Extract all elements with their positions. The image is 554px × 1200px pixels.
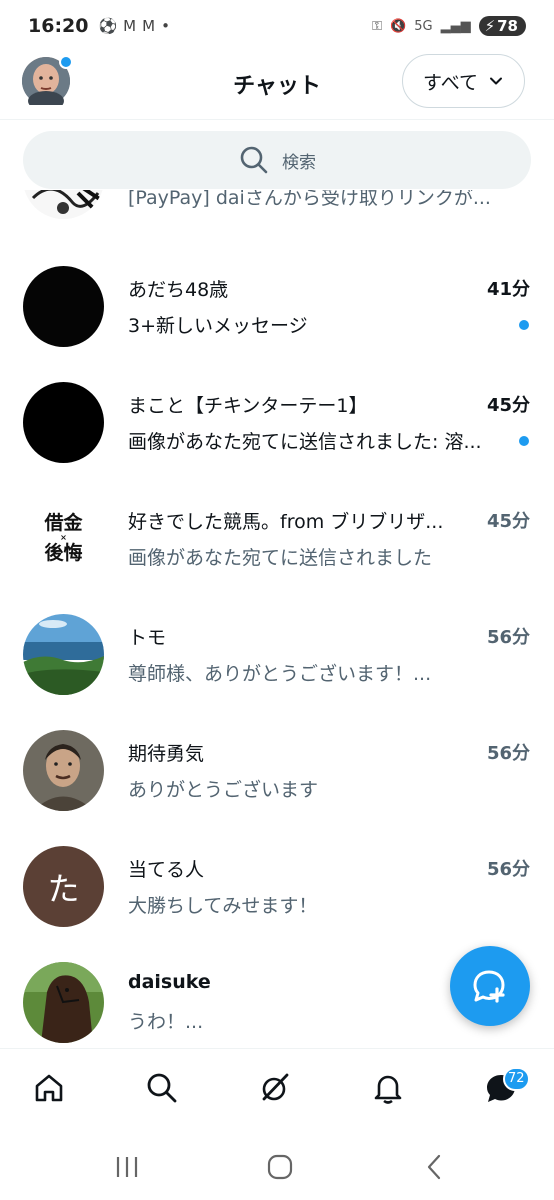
chat-avatar-letter: た (23, 846, 104, 927)
chat-list[interactable]: [PayPay] daiさんから受け取りリンクが... あだち48歳 41分 3… (0, 190, 554, 1048)
chat-row[interactable]: た 当てる人 56分 大勝ちしてみせます！ (0, 828, 554, 944)
avatar-logo-bottom: 後悔 (44, 541, 83, 564)
bottom-navigation (0, 1048, 554, 1130)
avatar-letter: た (47, 869, 80, 908)
home-system-button[interactable] (265, 1152, 295, 1182)
unread-indicator (519, 320, 529, 330)
nav-explore[interactable] (145, 1071, 183, 1109)
chat-avatar (23, 382, 104, 463)
back-icon (427, 1154, 441, 1180)
charging-icon: ⚡ (484, 17, 496, 35)
home-circle-icon (267, 1154, 293, 1180)
chat-avatar-manga (23, 190, 104, 219)
chat-preview: 画像があなた宛てに送信されました (128, 547, 433, 569)
chat-avatar-text-logo: 借金 × 後悔 (23, 498, 104, 579)
chat-time: 41分 (486, 279, 530, 300)
search-icon (147, 1073, 177, 1103)
chat-time: 45分 (486, 511, 530, 532)
home-icon (35, 1074, 63, 1102)
status-time: 16:20 (28, 15, 89, 37)
chat-row[interactable]: あだち48歳 41分 3+新しいメッセージ (0, 248, 554, 364)
status-bar: 16:20 ⚽ M M • ⚿ 🔇 5G ▂▄▆ ⚡ 78 (0, 0, 554, 52)
search-icon (240, 146, 268, 174)
nav-home[interactable] (32, 1071, 70, 1109)
chat-time: 45分 (486, 395, 530, 416)
grok-icon (262, 1073, 289, 1101)
recent-apps-button[interactable] (112, 1152, 142, 1182)
search-placeholder: 検索 (282, 152, 316, 173)
key-icon: ⚿ (372, 18, 383, 34)
chat-preview: 大勝ちしてみせます！ (128, 895, 318, 917)
mute-icon: 🔇 (390, 18, 407, 34)
chat-name: 当てる人 (128, 859, 205, 881)
back-button[interactable] (420, 1152, 450, 1182)
chat-preview: うわ！... (128, 1011, 204, 1033)
chat-avatar-photo (23, 614, 104, 695)
horse-photo-icon (23, 962, 104, 1043)
chat-name: 好きでした競馬。from ブリブリザ... (128, 511, 444, 533)
battery-level: 78 (497, 17, 518, 35)
bell-icon (374, 1075, 402, 1104)
seaside-photo-icon (23, 614, 104, 695)
new-message-button[interactable] (450, 946, 530, 1026)
new-chat-icon (473, 970, 505, 1003)
chat-preview: ありがとうございます (128, 779, 319, 801)
nav-grok[interactable] (258, 1071, 296, 1109)
nav-notifications[interactable] (371, 1071, 409, 1109)
profile-notification-dot (59, 55, 73, 69)
chat-header: チャット すべて (0, 52, 554, 120)
chat-preview: [PayPay] daiさんから受け取りリンクが... (128, 190, 491, 209)
chat-row[interactable]: 期待勇気 56分 ありがとうございます (0, 712, 554, 828)
chat-avatar-photo (23, 730, 104, 811)
chat-time: 56分 (486, 743, 530, 764)
chat-row[interactable]: トモ 56分 尊師様、ありがとうございます！... (0, 596, 554, 712)
chat-preview: 画像があなた宛てに送信されました: 溶... (128, 431, 482, 453)
dot-icon: • (161, 17, 170, 35)
gmail-icon: M (123, 17, 137, 35)
manga-image-icon (23, 190, 104, 219)
chat-time: 56分 (486, 627, 530, 648)
chat-avatar-photo (23, 962, 104, 1043)
chat-row[interactable]: [PayPay] daiさんから受け取りリンクが... (0, 190, 554, 236)
status-right-icons: ⚿ 🔇 5G ▂▄▆ ⚡ 78 (372, 16, 526, 36)
signal-icon: ▂▄▆ (440, 18, 471, 34)
messages-badge: 72 (503, 1067, 530, 1091)
chat-row[interactable]: 借金 × 後悔 好きでした競馬。from ブリブリザ... 45分 画像があなた… (0, 480, 554, 596)
system-navigation (0, 1130, 554, 1200)
chat-time: 56分 (486, 859, 530, 880)
chat-preview: 3+新しいメッセージ (128, 315, 308, 337)
chevron-down-icon (489, 77, 502, 85)
filter-label: すべて (423, 71, 478, 94)
chat-name: トモ (128, 627, 167, 649)
network-label: 5G (414, 18, 433, 34)
unread-indicator (519, 436, 529, 446)
chat-name: まこと【チキンターテー1】 (128, 395, 368, 417)
chat-preview: 尊師様、ありがとうございます！... (128, 663, 432, 685)
chat-name: あだち48歳 (128, 279, 229, 301)
chat-row[interactable]: まこと【チキンターテー1】 45分 画像があなた宛てに送信されました: 溶... (0, 364, 554, 480)
chat-avatar (23, 266, 104, 347)
status-left-icons: ⚽ M M • (98, 17, 169, 35)
recent-apps-icon (116, 1157, 138, 1177)
soccer-icon: ⚽ (98, 17, 118, 35)
battery-indicator: ⚡ 78 (478, 16, 526, 36)
person-photo-icon (23, 730, 104, 811)
filter-dropdown-button[interactable]: すべて (402, 54, 525, 108)
chat-name: 期待勇気 (128, 743, 205, 765)
search-input[interactable]: 検索 (23, 131, 531, 189)
gmail-icon: M (142, 17, 156, 35)
chat-name: daisuke (128, 971, 211, 993)
